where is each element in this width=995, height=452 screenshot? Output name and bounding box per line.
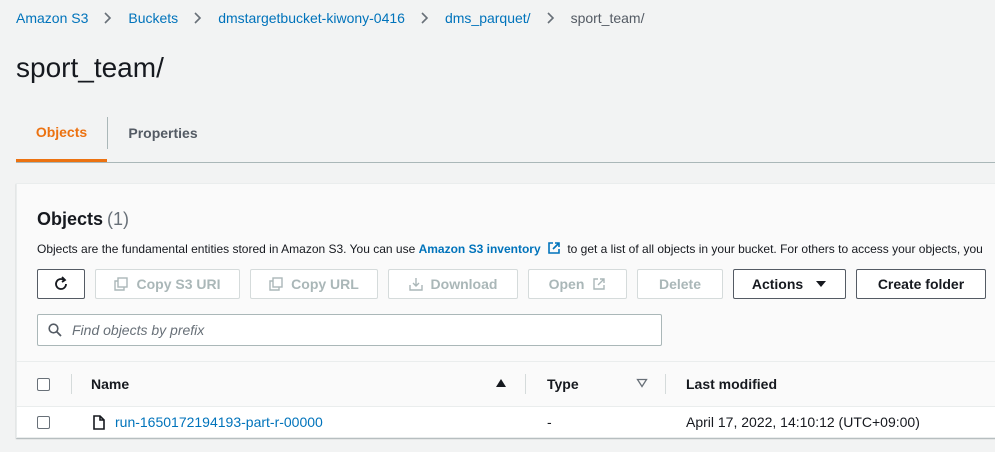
copy-s3-uri-label: Copy S3 URI — [136, 276, 221, 292]
chevron-right-icon — [531, 12, 571, 24]
sort-icon[interactable] — [636, 378, 648, 388]
actions-button[interactable]: Actions — [733, 269, 846, 299]
open-button[interactable]: Open — [528, 269, 627, 299]
table-row: run-1650172194193-part-r-00000 - April 1… — [17, 407, 995, 437]
tab-objects[interactable]: Objects — [16, 105, 107, 162]
tab-bar: Objects Properties — [16, 105, 995, 163]
column-header-type[interactable]: Type — [547, 362, 579, 406]
caret-down-icon — [815, 280, 827, 288]
actions-label: Actions — [751, 276, 804, 292]
breadcrumb-folder[interactable]: dms_parquet/ — [445, 10, 531, 26]
refresh-icon — [53, 276, 69, 292]
download-icon — [408, 277, 431, 291]
search-icon — [48, 323, 62, 337]
select-all-cell — [37, 362, 50, 406]
breadcrumb-current: sport_team/ — [570, 10, 645, 26]
column-separator — [525, 374, 526, 394]
copy-url-button[interactable]: Copy URL — [250, 269, 378, 299]
search-input[interactable] — [70, 321, 634, 339]
copy-url-label: Copy URL — [291, 276, 359, 292]
create-folder-button[interactable]: Create folder — [856, 269, 986, 299]
objects-panel: Objects (1) Objects are the fundamental e… — [16, 183, 995, 438]
external-link-icon — [547, 241, 561, 255]
row-checkbox[interactable] — [37, 415, 50, 429]
download-button[interactable]: Download — [388, 269, 518, 299]
create-folder-label: Create folder — [877, 276, 965, 292]
inventory-link[interactable]: Amazon S3 inventory — [419, 242, 541, 256]
copy-icon — [269, 277, 291, 291]
external-link-icon — [592, 277, 606, 291]
objects-title-text: Objects — [37, 209, 104, 229]
object-name-cell: run-1650172194193-part-r-00000 — [93, 407, 323, 437]
chevron-right-icon — [88, 12, 128, 24]
object-name-link[interactable]: run-1650172194193-part-r-00000 — [115, 414, 323, 430]
object-type-cell: - — [547, 414, 552, 430]
table-header: Name Type Last modified — [17, 362, 995, 407]
row-select-cell — [37, 407, 50, 437]
file-icon — [93, 414, 105, 430]
select-all-checkbox[interactable] — [37, 377, 50, 391]
chevron-right-icon — [405, 12, 445, 24]
sort-ascending-icon[interactable] — [495, 378, 507, 388]
breadcrumb-bucket[interactable]: dmstargetbucket-kiwony-0416 — [218, 10, 405, 26]
objects-panel-title: Objects (1) — [37, 209, 129, 230]
open-label: Open — [548, 276, 585, 292]
delete-label: Delete — [658, 276, 702, 292]
description-suffix: to get a list of all objects in your buc… — [567, 242, 983, 256]
copy-icon — [114, 277, 136, 291]
breadcrumb-buckets[interactable]: Buckets — [128, 10, 178, 26]
delete-button[interactable]: Delete — [637, 269, 723, 299]
page-title: sport_team/ — [16, 52, 164, 83]
column-separator — [71, 374, 72, 394]
breadcrumb-amazon-s3[interactable]: Amazon S3 — [16, 10, 88, 26]
tab-properties[interactable]: Properties — [107, 105, 219, 161]
refresh-button[interactable] — [37, 269, 85, 299]
objects-count: (1) — [107, 209, 130, 229]
search-box — [37, 314, 662, 346]
breadcrumb: Amazon S3 Buckets dmstargetbucket-kiwony… — [16, 8, 645, 28]
object-last-modified-cell: April 17, 2022, 14:10:12 (UTC+09:00) — [686, 414, 920, 430]
chevron-right-icon — [178, 12, 218, 24]
objects-panel-header: Objects (1) Objects are the fundamental e… — [17, 184, 995, 362]
copy-s3-uri-button[interactable]: Copy S3 URI — [95, 269, 240, 299]
column-header-name[interactable]: Name — [91, 362, 129, 406]
column-header-last-modified[interactable]: Last modified — [686, 362, 777, 406]
objects-description: Objects are the fundamental entities sto… — [37, 241, 983, 256]
download-label: Download — [430, 276, 498, 292]
column-separator — [665, 374, 666, 394]
description-prefix: Objects are the fundamental entities sto… — [37, 242, 416, 256]
